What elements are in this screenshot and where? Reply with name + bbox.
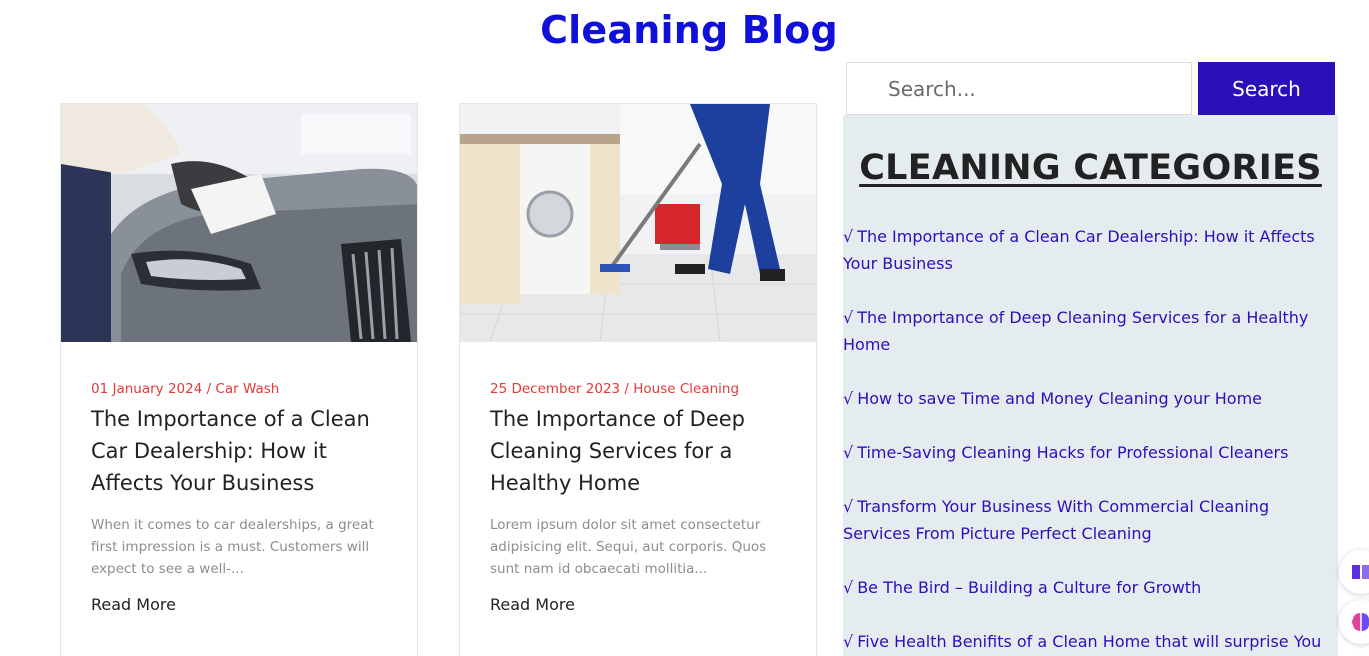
category-label: How to save Time and Money Cleaning your… [857, 389, 1262, 408]
categories-sidebar: CLEANING CATEGORIES √ The Importance of a… [843, 115, 1338, 656]
post-image-house-cleaning[interactable] [460, 104, 816, 342]
check-icon: √ [843, 308, 854, 327]
ai-widget-button[interactable] [1339, 600, 1369, 644]
categories-heading: CLEANING CATEGORIES [859, 148, 1322, 188]
reader-widget-button[interactable] [1339, 550, 1369, 594]
category-label: The Importance of a Clean Car Dealership… [843, 227, 1315, 273]
book-icon [1352, 565, 1369, 579]
read-more-link[interactable]: Read More [490, 595, 575, 614]
search-input[interactable] [846, 62, 1192, 115]
post-meta: 01 January 2024 / Car Wash [91, 381, 280, 397]
category-item[interactable]: √ Transform Your Business With Commercial… [843, 493, 1338, 547]
category-item[interactable]: √ How to save Time and Money Cleaning you… [843, 385, 1338, 412]
post-title[interactable]: The Importance of a Clean Car Dealership… [91, 403, 387, 499]
check-icon: √ [843, 227, 854, 246]
post-image-car-wash[interactable] [61, 104, 417, 342]
category-item[interactable]: √ Be The Bird – Building a Culture for Gr… [843, 574, 1338, 601]
category-item[interactable]: √ Time-Saving Cleaning Hacks for Professi… [843, 439, 1338, 466]
check-icon: √ [843, 632, 854, 651]
category-label: Be The Bird – Building a Culture for Gro… [857, 578, 1202, 597]
category-item[interactable]: √ The Importance of Deep Cleaning Service… [843, 304, 1338, 358]
category-item[interactable]: √ The Importance of a Clean Car Dealershi… [843, 223, 1338, 277]
category-item[interactable]: √ Five Health Benifits of a Clean Home th… [843, 628, 1338, 655]
check-icon: √ [843, 497, 854, 516]
post-card: 01 January 2024 / Car Wash The Importanc… [60, 103, 418, 656]
category-label: The Importance of Deep Cleaning Services… [843, 308, 1309, 354]
post-meta: 25 December 2023 / House Cleaning [490, 381, 740, 397]
page-title: Cleaning Blog [540, 8, 838, 52]
post-card: 25 December 2023 / House Cleaning The Im… [459, 103, 817, 656]
post-excerpt: Lorem ipsum dolor sit amet consectetur a… [490, 517, 767, 577]
brain-icon [1352, 613, 1369, 631]
post-excerpt: When it comes to car dealerships, a grea… [91, 517, 374, 577]
category-list: √ The Importance of a Clean Car Dealershi… [843, 223, 1338, 655]
check-icon: √ [843, 578, 854, 597]
check-icon: √ [843, 389, 854, 408]
search-button[interactable]: Search [1198, 62, 1335, 115]
read-more-link[interactable]: Read More [91, 595, 176, 614]
post-title[interactable]: The Importance of Deep Cleaning Services… [490, 403, 786, 499]
category-label: Five Health Benifits of a Clean Home tha… [857, 632, 1322, 651]
check-icon: √ [843, 443, 854, 462]
category-label: Time-Saving Cleaning Hacks for Professio… [857, 443, 1289, 462]
category-label: Transform Your Business With Commercial … [843, 497, 1270, 543]
